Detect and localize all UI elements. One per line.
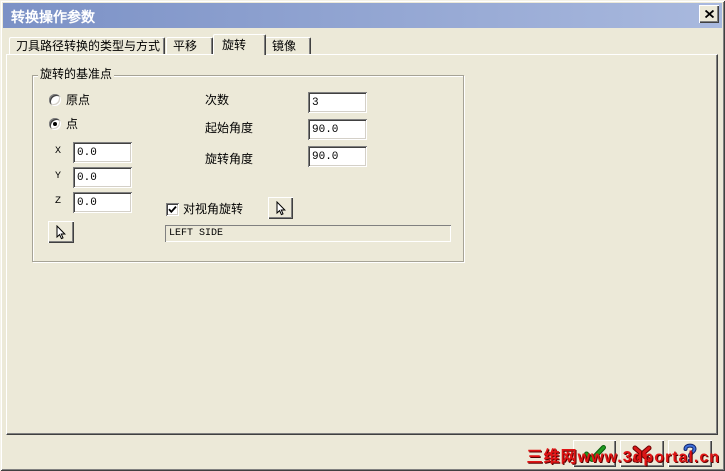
tab-label: 刀具路径转换的类型与方式 xyxy=(16,39,161,53)
watermark: 三维网www.3dportal.cn xyxy=(526,449,720,466)
cursor-arrow-icon xyxy=(276,200,286,215)
radio-origin-label: 原点 xyxy=(66,93,91,107)
radio-point[interactable]: 点 xyxy=(48,117,88,132)
radio-dot xyxy=(53,122,57,126)
y-label: Y xyxy=(55,171,62,182)
x-label: X xyxy=(55,146,62,157)
cursor-arrow-icon xyxy=(56,224,66,239)
count-input[interactable] xyxy=(308,92,367,113)
pick-view-button[interactable] xyxy=(268,197,293,219)
x-coord-input[interactable] xyxy=(73,142,132,163)
radio-origin[interactable]: 原点 xyxy=(48,93,98,108)
checkbox-box xyxy=(166,203,179,216)
y-coord-input[interactable] xyxy=(73,167,132,188)
start-angle-label: 起始角度 xyxy=(205,121,254,135)
rotate-angle-input[interactable] xyxy=(308,146,367,167)
tab-translate[interactable]: 平移 xyxy=(166,37,213,54)
close-icon xyxy=(704,10,714,18)
view-name-display: LEFT SIDE xyxy=(165,225,451,242)
dialog-window: 转换操作参数 刀具路径转换的类型与方式 平移 旋转 镜像 旋转的基准点 原点 点… xyxy=(0,0,725,471)
tab-transform-type[interactable]: 刀具路径转换的类型与方式 xyxy=(9,37,165,54)
view-rotate-checkbox[interactable]: 对视角旋转 xyxy=(165,202,260,217)
tab-label: 镜像 xyxy=(272,39,297,53)
tab-label: 旋转 xyxy=(222,38,247,52)
tab-rotate[interactable]: 旋转 xyxy=(213,34,266,55)
tab-mirror[interactable]: 镜像 xyxy=(265,37,311,54)
start-angle-input[interactable] xyxy=(308,119,367,140)
rotate-angle-label: 旋转角度 xyxy=(205,152,254,166)
view-rotate-label: 对视角旋转 xyxy=(183,202,244,216)
tab-label: 平移 xyxy=(173,39,198,53)
close-button[interactable] xyxy=(699,5,719,23)
z-coord-input[interactable] xyxy=(73,192,132,213)
radio-circle xyxy=(49,94,61,106)
title-bar[interactable]: 转换操作参数 xyxy=(3,3,722,28)
pick-point-button[interactable] xyxy=(48,221,74,243)
radio-point-label: 点 xyxy=(66,117,79,131)
count-label: 次数 xyxy=(205,93,230,107)
z-label: Z xyxy=(55,196,62,207)
group-title: 旋转的基准点 xyxy=(38,67,115,81)
checkmark-small-icon xyxy=(168,205,177,214)
window-title: 转换操作参数 xyxy=(11,10,95,26)
radio-circle xyxy=(49,118,61,130)
